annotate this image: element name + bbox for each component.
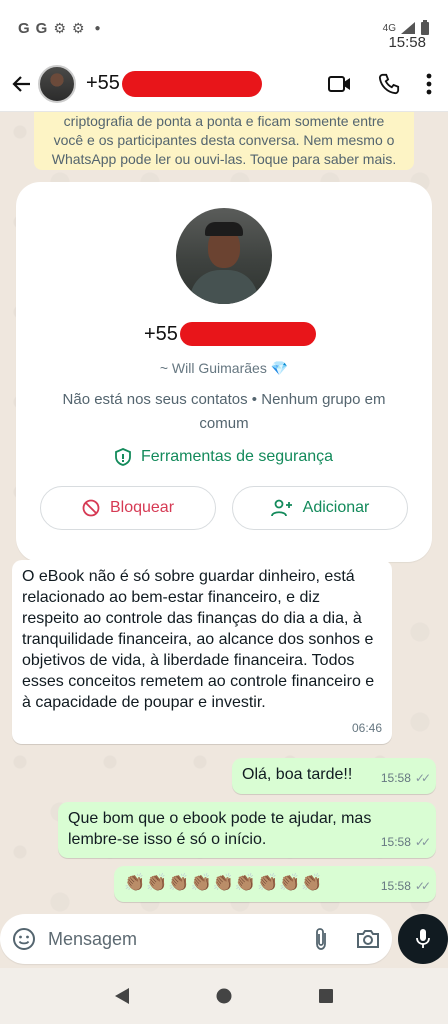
profile-phone: +55 [144, 322, 316, 346]
mic-icon [416, 929, 430, 948]
message-time: 15:58 [380, 771, 411, 785]
status-time: 15:58 [388, 34, 426, 51]
camera-icon[interactable] [356, 929, 380, 949]
security-tools-link[interactable]: Ferramentas de segurança [16, 448, 432, 466]
google-icon: G [18, 19, 30, 37]
header-actions [328, 73, 440, 95]
profile-info: Não está nos seus contatos • Nenhum grup… [62, 391, 386, 432]
more-vert-icon[interactable] [426, 73, 432, 95]
message-input[interactable] [48, 928, 278, 950]
message-outgoing[interactable]: 👏🏽👏🏽👏🏽👏🏽👏🏽👏🏽👏🏽👏🏽👏🏽 15:58 ✓✓ [114, 866, 436, 902]
message-text: 👏🏽👏🏽👏🏽👏🏽👏🏽👏🏽👏🏽👏🏽👏🏽 [124, 873, 324, 892]
input-icons [314, 927, 380, 951]
block-label: Bloquear [109, 499, 175, 516]
contact-phone: +55 [86, 72, 120, 94]
block-icon [82, 499, 100, 517]
read-ticks-icon: ✓✓ [414, 835, 431, 849]
system-nav-bar [0, 968, 448, 1024]
encryption-line: criptografia de ponta a ponta e ficam so… [63, 113, 385, 129]
message-meta: 15:58 ✓✓ [380, 876, 431, 897]
back-arrow-icon[interactable] [8, 70, 36, 98]
read-ticks-icon: ✓✓ [414, 879, 431, 893]
message-outgoing[interactable]: Que bom que o ebook pode te ajudar, mas … [58, 802, 436, 858]
contact-info-card: +55 ~ Will Guimarães 💎 Não está nos seus… [16, 182, 432, 562]
message-time: 15:58 [380, 835, 411, 849]
security-tools-label: Ferramentas de segurança [140, 448, 334, 465]
add-contact-button[interactable]: Adicionar [232, 486, 408, 530]
message-time: 06:46 [351, 721, 382, 735]
message-composer [0, 914, 448, 966]
avatar[interactable] [38, 64, 76, 103]
redaction-mark [179, 322, 316, 346]
profile-alias: ~ Will Guimarães 💎 [159, 360, 289, 376]
video-call-icon[interactable] [328, 75, 352, 93]
chat-header: +55 [0, 56, 448, 112]
message-text: Que bom que o ebook pode te ajudar, mas … [68, 810, 372, 848]
mic-button[interactable] [398, 914, 448, 964]
gear-icon: ⚙ [71, 19, 85, 36]
signal-icon [401, 22, 415, 34]
message-input-container [0, 914, 392, 964]
nav-home-icon[interactable] [216, 988, 232, 1004]
contact-name[interactable]: +55 [86, 70, 262, 97]
profile-phone-prefix: +55 [144, 322, 178, 345]
status-bar: 15:58 G G ⚙ ⚙ ● 4G [0, 0, 448, 56]
add-person-icon [270, 499, 292, 517]
encryption-line: você e os participantes desta conversa. … [53, 132, 395, 148]
gear-icon: ⚙ [53, 19, 66, 36]
message-outgoing[interactable]: Olá, boa tarde!! 15:58 ✓✓ [232, 758, 436, 794]
profile-actions: Bloquear Adicionar [40, 486, 408, 530]
message-meta: 15:58 ✓✓ [380, 832, 431, 853]
sticker-icon[interactable] [12, 927, 36, 951]
message-time: 15:58 [380, 879, 411, 893]
encryption-line: WhatsApp pode ler ou ouvi-las. Toque par… [51, 151, 397, 167]
network-type: 4G [382, 22, 396, 34]
nav-recents-icon[interactable] [318, 988, 334, 1004]
message-text: O eBook não é só sobre guardar dinheiro,… [22, 568, 375, 711]
nav-back-icon[interactable] [114, 987, 130, 1005]
notification-dot-icon: ● [94, 22, 101, 34]
block-button[interactable]: Bloquear [40, 486, 216, 530]
google-icon: G [35, 19, 48, 37]
message-incoming[interactable]: O eBook não é só sobre guardar dinheiro,… [12, 560, 392, 744]
chat-area[interactable]: criptografia de ponta a ponta e ficam so… [0, 112, 448, 914]
redaction-mark [121, 70, 262, 97]
read-ticks-icon: ✓✓ [414, 771, 431, 785]
encryption-notice[interactable]: criptografia de ponta a ponta e ficam so… [34, 112, 414, 170]
phone-icon[interactable] [378, 73, 400, 95]
profile-photo[interactable] [176, 208, 272, 304]
message-meta: 15:58 ✓✓ [380, 768, 431, 789]
add-label: Adicionar [302, 499, 370, 516]
shield-icon [115, 448, 131, 466]
message-text: Olá, boa tarde!! [242, 766, 353, 783]
attach-icon[interactable] [314, 927, 328, 951]
